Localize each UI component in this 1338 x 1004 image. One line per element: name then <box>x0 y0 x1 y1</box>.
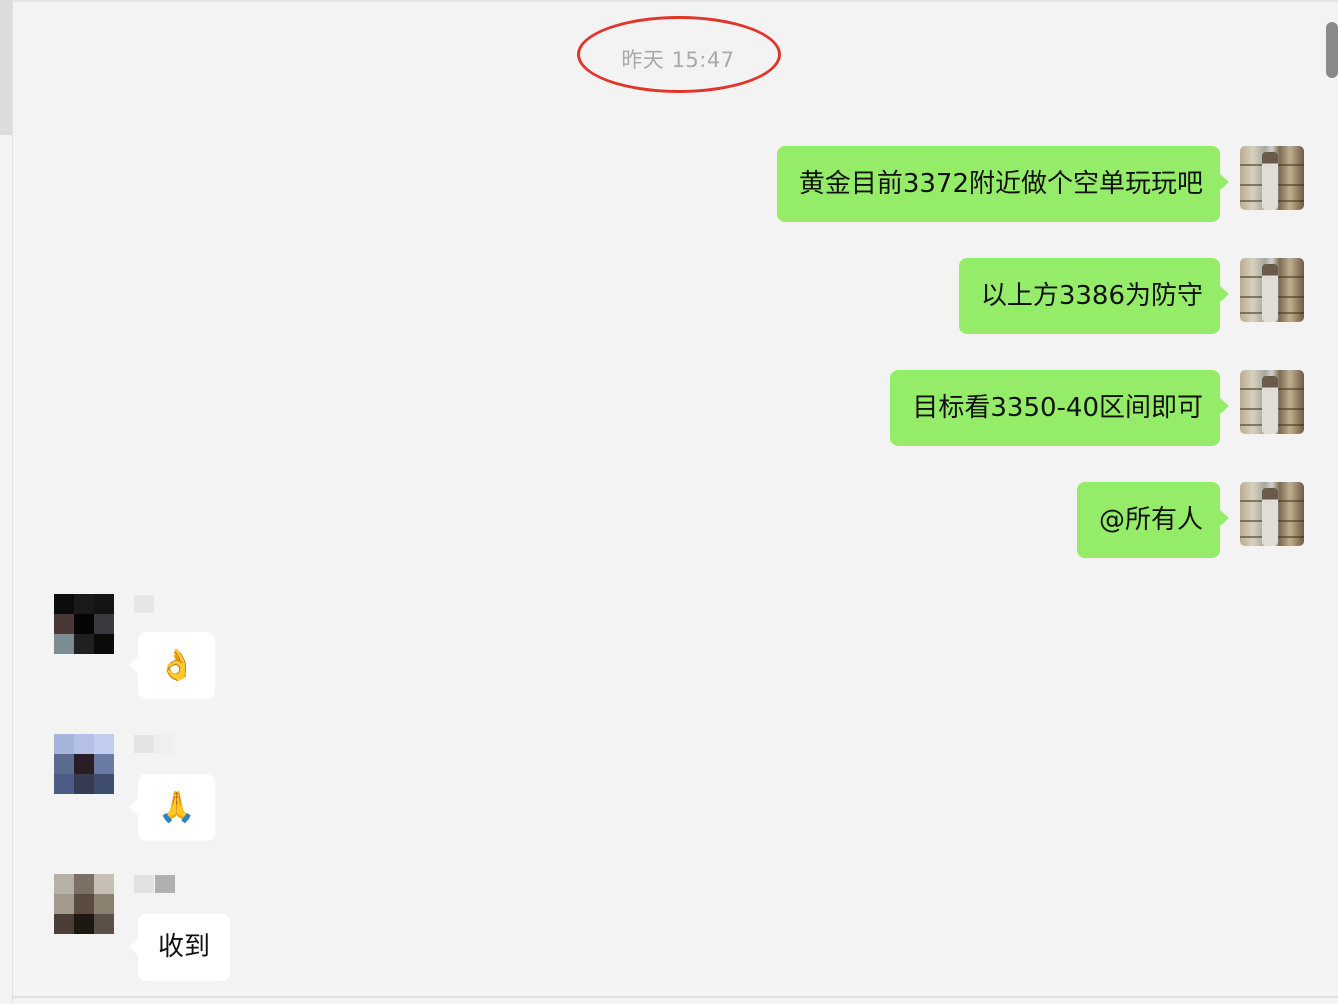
highlight-circle-annotation <box>577 16 781 93</box>
outgoing-message[interactable]: 目标看3350-40区间即可 <box>890 370 1229 446</box>
sender-avatar[interactable] <box>54 594 114 654</box>
sender-avatar[interactable] <box>54 734 114 794</box>
outgoing-message[interactable]: 黄金目前3372附近做个空单玩玩吧 <box>776 146 1230 222</box>
my-avatar[interactable] <box>1240 482 1304 546</box>
sender-name-pixelated <box>134 875 175 893</box>
outgoing-message[interactable]: 以上方3386为防守 <box>958 258 1230 334</box>
sender-avatar[interactable] <box>54 874 114 934</box>
left-panel-edge <box>0 0 12 135</box>
sender-name-pixelated <box>134 735 175 753</box>
bottom-divider <box>12 996 1338 998</box>
outgoing-message[interactable]: @所有人 <box>1076 482 1230 558</box>
folded-hands-emoji: 🙏 <box>158 790 196 825</box>
ok-hand-emoji: 👌 <box>158 648 196 683</box>
incoming-message[interactable]: 👌 <box>128 632 216 699</box>
sender-name-pixelated <box>134 595 154 613</box>
incoming-message[interactable]: 🙏 <box>128 774 216 841</box>
scrollbar-thumb[interactable] <box>1326 22 1338 78</box>
my-avatar[interactable] <box>1240 370 1304 434</box>
top-divider <box>12 0 1338 2</box>
my-avatar[interactable] <box>1240 146 1304 210</box>
incoming-message[interactable]: 收到 <box>128 914 231 981</box>
my-avatar[interactable] <box>1240 258 1304 322</box>
